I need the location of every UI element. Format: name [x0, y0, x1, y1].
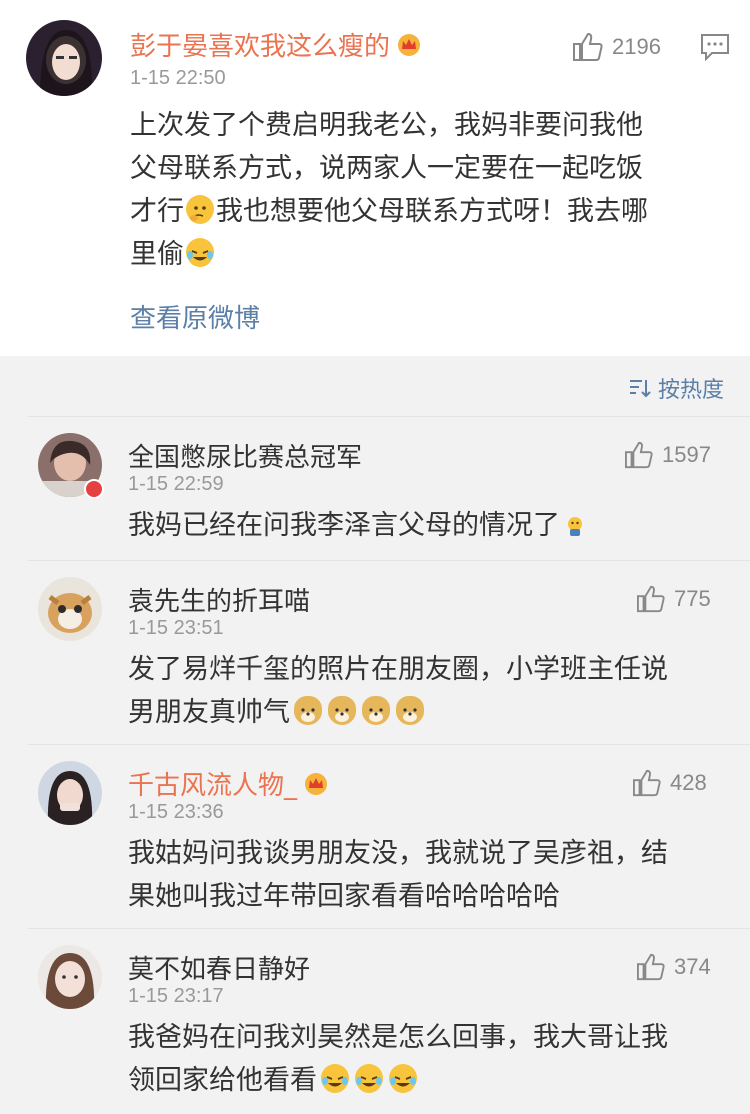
comment-like-count: 775 — [674, 586, 711, 611]
commenter-name[interactable]: 袁先生的折耳喵 — [128, 581, 310, 618]
comment-like-button[interactable]: 775 — [636, 585, 711, 613]
comment-time: 1-15 23:51 — [128, 617, 224, 639]
shy-emoji-icon — [564, 507, 586, 536]
laugh-cry-emoji-icon — [355, 1064, 383, 1093]
comment-like-count: 374 — [674, 954, 711, 979]
comment-sort-bar: 按热度 — [0, 356, 750, 416]
comment-item: 袁先生的折耳喵 1-15 23:51 775 发了易烊千玺的照片在朋友圈，小学班… — [28, 560, 750, 744]
comment-like-button[interactable]: 1597 — [624, 441, 711, 469]
thumbs-up-icon — [573, 32, 603, 61]
doge-emoji-icon — [396, 696, 424, 725]
commenter-avatar[interactable] — [38, 577, 102, 641]
doge-emoji-icon — [294, 696, 322, 725]
thinking-emoji-icon — [186, 195, 214, 224]
sort-icon — [629, 380, 651, 398]
comment-text: 我姑妈问我谈男朋友没，我就说了吴彦祖，结 果她叫我过年带回家看看哈哈哈哈哈 — [128, 832, 728, 918]
comment-like-count: 428 — [670, 770, 707, 795]
comment-text-line: 发了易烊千玺的照片在朋友圈，小学班主任说 — [128, 654, 668, 685]
post-author-name-text[interactable]: 彭于晏喜欢我这么瘦的 — [130, 32, 390, 62]
commenter-name[interactable]: 全国憋尿比赛总冠军 — [128, 437, 362, 474]
comment-time: 1-15 23:17 — [128, 985, 224, 1007]
verified-badge-icon — [84, 479, 104, 499]
laugh-cry-emoji-icon — [186, 238, 214, 267]
post-text: 上次发了个费启明我老公，我妈非要问我他 父母联系方式，说两家人一定要在一起吃饭 … — [130, 104, 730, 276]
view-original-post-link[interactable]: 查看原微博 — [130, 298, 260, 335]
post-text-line: 上次发了个费启明我老公，我妈非要问我他 — [130, 110, 643, 141]
comment-text: 我妈已经在问我李泽言父母的情况了 — [128, 504, 728, 547]
post-text-line: 里偷 — [130, 239, 184, 270]
comment-like-button[interactable]: 428 — [632, 769, 707, 797]
doge-emoji-icon — [328, 696, 356, 725]
commenter-name-text[interactable]: 千古风流人物_ — [128, 771, 297, 801]
post-author-name[interactable]: 彭于晏喜欢我这么瘦的 — [130, 26, 422, 63]
comment-time: 1-15 23:36 — [128, 801, 224, 823]
post-like-count: 2196 — [612, 34, 661, 59]
comment-text-line: 我妈已经在问我李泽言父母的情况了 — [128, 510, 560, 541]
thumbs-up-icon — [633, 769, 661, 797]
comment-text: 发了易烊千玺的照片在朋友圈，小学班主任说 男朋友真帅气 — [128, 648, 728, 734]
post-like-button[interactable]: 2196 — [572, 32, 661, 62]
comment-item: 莫不如春日静好 1-15 23:17 374 我爸妈在问我刘昊然是怎么回事，我大… — [28, 928, 750, 1114]
comment-item: 千古风流人物_ 1-15 23:36 428 我姑妈问我谈男朋友没，我就说了吴彦… — [28, 744, 750, 928]
comment-list: 全国憋尿比赛总冠军 1-15 22:59 1597 我妈已经在问我李泽言父母的情… — [0, 416, 750, 1114]
commenter-avatar[interactable] — [38, 945, 102, 1009]
comment-text-line: 男朋友真帅气 — [128, 697, 290, 728]
doge-emoji-icon — [362, 696, 390, 725]
comment-item: 全国憋尿比赛总冠军 1-15 22:59 1597 我妈已经在问我李泽言父母的情… — [28, 416, 750, 560]
vip-crown-icon — [305, 773, 328, 795]
thumbs-up-icon — [637, 953, 665, 981]
post-author-avatar[interactable] — [26, 20, 102, 96]
comment-like-button[interactable]: 374 — [636, 953, 711, 981]
thumbs-up-icon — [625, 441, 653, 469]
laugh-cry-emoji-icon — [321, 1064, 349, 1093]
comment-time: 1-15 22:59 — [128, 473, 224, 495]
comment-text-line: 果她叫我过年带回家看看哈哈哈哈哈 — [128, 881, 560, 912]
comment-text-line: 我爸妈在问我刘昊然是怎么回事，我大哥让我 — [128, 1022, 668, 1053]
post-time: 1-15 22:50 — [130, 67, 226, 89]
post-text-line: 父母联系方式，说两家人一定要在一起吃饭 — [130, 153, 643, 184]
commenter-avatar[interactable] — [38, 761, 102, 825]
main-post: 彭于晏喜欢我这么瘦的 1-15 22:50 2196 上次发了个费启明我老公，我… — [0, 0, 750, 356]
post-text-line: 才行 — [130, 196, 184, 227]
comment-text: 我爸妈在问我刘昊然是怎么回事，我大哥让我 领回家给他看看 — [128, 1016, 728, 1102]
sort-by-hot-button[interactable]: 按热度 — [628, 372, 724, 404]
comment-icon[interactable] — [700, 33, 730, 65]
thumbs-up-icon — [637, 585, 665, 613]
commenter-name[interactable]: 莫不如春日静好 — [128, 949, 310, 986]
comment-like-count: 1597 — [662, 442, 711, 467]
sort-label: 按热度 — [657, 378, 724, 403]
post-text-line: 我也想要他父母联系方式呀！我去哪 — [216, 196, 648, 227]
comment-text-line: 领回家给他看看 — [128, 1065, 317, 1096]
commenter-name[interactable]: 千古风流人物_ — [128, 765, 329, 802]
vip-crown-icon — [398, 34, 421, 56]
comment-text-line: 我姑妈问我谈男朋友没，我就说了吴彦祖，结 — [128, 838, 668, 869]
laugh-cry-emoji-icon — [389, 1064, 417, 1093]
